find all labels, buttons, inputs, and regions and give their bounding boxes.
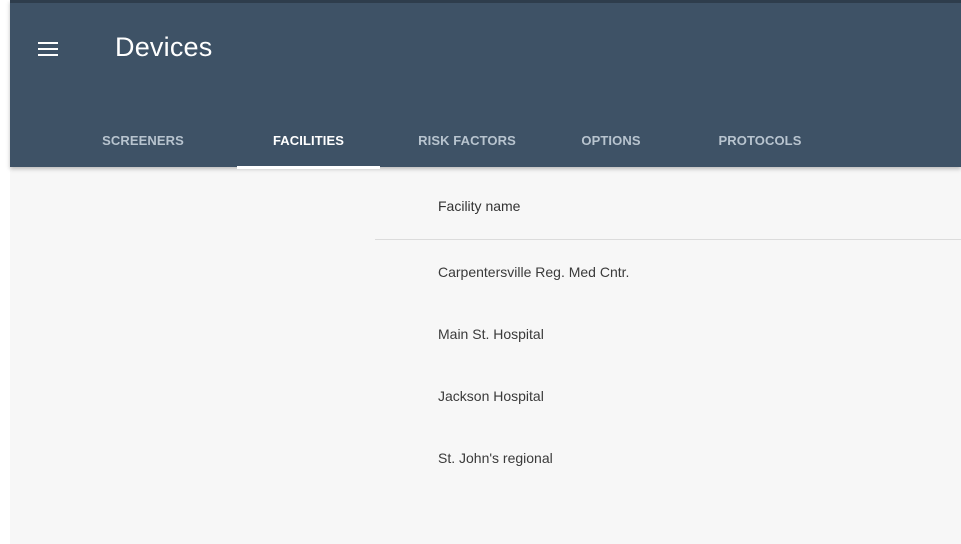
facilities-list: Carpentersville Reg. Med Cntr. Main St. … — [375, 240, 961, 489]
tab-risk-factors[interactable]: RISK FACTORS — [402, 115, 532, 167]
table-row[interactable]: Carpentersville Reg. Med Cntr. — [375, 241, 961, 303]
tab-protocols[interactable]: PROTOCOLS — [704, 115, 816, 167]
column-header-facility-name[interactable]: Facility name — [375, 167, 961, 240]
app-header: Devices SCREENERS FACILITIES RISK FACTOR… — [10, 0, 961, 169]
table-row[interactable]: Main St. Hospital — [375, 303, 961, 365]
main-content: Facility name Carpentersville Reg. Med C… — [10, 167, 961, 544]
table-row[interactable]: St. John's regional — [375, 427, 961, 489]
active-tab-indicator — [237, 166, 380, 169]
facilities-table: Facility name Carpentersville Reg. Med C… — [375, 167, 961, 489]
hamburger-menu-icon[interactable] — [38, 39, 60, 57]
app-window: Devices SCREENERS FACILITIES RISK FACTOR… — [0, 0, 961, 544]
tab-options[interactable]: OPTIONS — [566, 115, 656, 167]
tab-screeners[interactable]: SCREENERS — [88, 115, 198, 167]
page-title: Devices — [115, 32, 213, 62]
tab-facilities[interactable]: FACILITIES — [237, 115, 380, 167]
table-row[interactable]: Jackson Hospital — [375, 365, 961, 427]
